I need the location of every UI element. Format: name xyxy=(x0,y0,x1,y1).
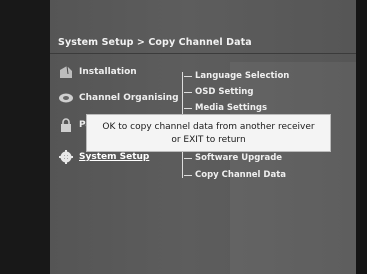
submenu-tick xyxy=(184,91,192,93)
submenu-item-label: Media Settings xyxy=(195,103,268,113)
submenu-item-label: OSD Setting xyxy=(195,87,254,97)
submenu-item-label: Copy Channel Data xyxy=(195,170,287,180)
breadcrumb: System Setup > Copy Channel Data xyxy=(58,37,252,48)
submenu-item-label: Software Upgrade xyxy=(195,153,283,163)
menu-item-label: Installation xyxy=(79,67,137,77)
tv-screen: System Setup > Copy Channel Data Install… xyxy=(0,0,367,274)
submenu-item-copy-channel-data[interactable]: Copy Channel Data xyxy=(184,170,286,180)
menu-item-channel-organising[interactable]: Channel Organising xyxy=(58,90,179,106)
submenu-tick xyxy=(184,157,192,159)
submenu-item-osd-setting[interactable]: OSD Setting xyxy=(184,87,253,97)
satellite-dish-icon xyxy=(58,65,74,79)
lock-icon xyxy=(58,118,74,132)
dialog-message-line2: or EXIT to return xyxy=(171,134,246,145)
menu-item-label: System Setup xyxy=(79,152,150,162)
screen-right-border xyxy=(356,0,367,274)
submenu-item-software-upgrade[interactable]: Software Upgrade xyxy=(184,153,282,163)
tv-icon xyxy=(58,91,74,105)
submenu-tick xyxy=(184,174,192,176)
menu-item-installation[interactable]: Installation xyxy=(58,64,137,80)
gear-icon xyxy=(58,150,74,164)
submenu-item-label: Language Selection xyxy=(195,71,290,81)
dialog-message-line1: OK to copy channel data from another rec… xyxy=(102,121,315,132)
menu-item-label: Channel Organising xyxy=(79,93,179,103)
confirm-dialog: OK to copy channel data from another rec… xyxy=(86,114,331,152)
submenu-item-language-selection[interactable]: Language Selection xyxy=(184,71,289,81)
screen-left-border xyxy=(0,0,50,274)
submenu-tick xyxy=(184,75,192,77)
submenu-tick xyxy=(184,107,192,109)
header-divider xyxy=(50,53,356,54)
submenu-item-media-settings[interactable]: Media Settings xyxy=(184,103,267,113)
